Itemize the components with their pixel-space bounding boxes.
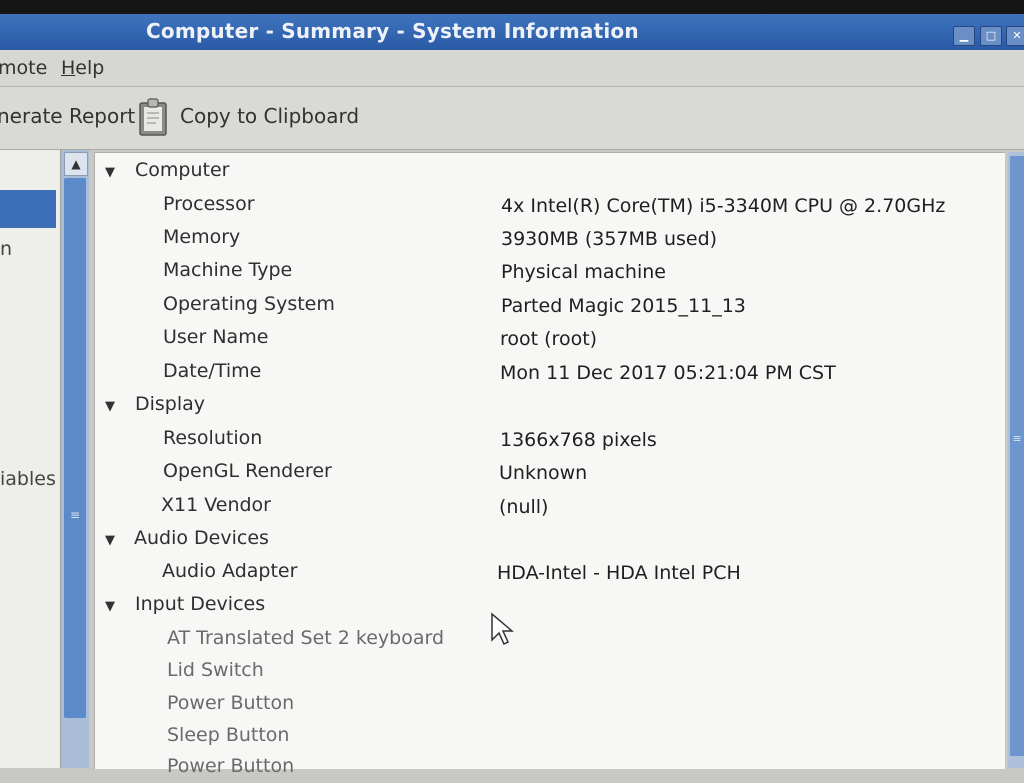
row-label: Lid Switch	[167, 659, 264, 681]
summary-row[interactable]: Processor 4x Intel(R) Core(TM) i5-3340M …	[95, 189, 1005, 221]
minimize-icon[interactable]: ▁	[953, 26, 975, 46]
row-label: Sleep Button	[167, 724, 290, 746]
row-label: Power Button	[167, 692, 295, 714]
summary-row[interactable]: Sleep Button	[95, 720, 1005, 752]
grip-icon: ≡	[1012, 432, 1022, 445]
screen-top-edge	[0, 0, 1024, 14]
menu-remote[interactable]: mote	[0, 57, 47, 79]
expander-icon[interactable]: ▼	[105, 599, 115, 614]
summary-row[interactable]: Operating System Parted Magic 2015_11_13	[95, 289, 1005, 321]
toolbar: nerate Report Copy to Clipboard	[0, 87, 1024, 150]
summary-row[interactable]: Date/Time Mon 11 Dec 2017 05:21:04 PM CS…	[95, 356, 1005, 388]
row-value: Parted Magic 2015_11_13	[501, 295, 746, 317]
row-label: Operating System	[163, 293, 335, 315]
section-title: Audio Devices	[134, 527, 269, 549]
expander-icon[interactable]: ▼	[105, 399, 115, 414]
sidebar-scrollbar[interactable]: ▲ ≡	[61, 150, 89, 768]
row-value: root (root)	[500, 328, 598, 350]
row-label: Resolution	[163, 427, 263, 449]
close-icon[interactable]: ✕	[1006, 26, 1024, 46]
row-label: Power Button	[167, 755, 295, 777]
summary-scrollbar-thumb[interactable]	[1010, 156, 1024, 756]
row-value: (null)	[499, 496, 549, 518]
row-label: User Name	[163, 326, 269, 348]
section-header-audio-devices[interactable]: ▼ Audio Devices	[95, 523, 1005, 555]
grip-icon: ≡	[69, 508, 81, 522]
sidebar-scrollbar-thumb[interactable]	[64, 178, 86, 718]
scroll-up-icon[interactable]: ▲	[64, 152, 88, 176]
row-value: 4x Intel(R) Core(TM) i5-3340M CPU @ 2.70…	[501, 195, 946, 217]
row-label: Memory	[163, 226, 241, 248]
mouse-pointer-icon	[491, 612, 514, 646]
summary-row[interactable]: Memory 3930MB (357MB used)	[95, 222, 1005, 254]
row-label: AT Translated Set 2 keyboard	[167, 627, 445, 649]
window-title: Computer - Summary - System Information	[146, 19, 639, 43]
section-header-display[interactable]: ▼ Display	[95, 389, 1005, 421]
row-label: Audio Adapter	[162, 560, 298, 582]
row-value: Mon 11 Dec 2017 05:21:04 PM CST	[500, 362, 836, 384]
row-label: X11 Vendor	[161, 494, 271, 516]
row-value: HDA-Intel - HDA Intel PCH	[497, 562, 741, 584]
summary-scrollbar[interactable]: ≡	[1008, 152, 1024, 768]
generate-report-button[interactable]: nerate Report	[0, 104, 135, 128]
sidebar-item-selected[interactable]	[0, 190, 56, 228]
row-label: Date/Time	[163, 360, 262, 382]
summary-row[interactable]: Audio Adapter HDA-Intel - HDA Intel PCH	[95, 556, 1005, 588]
maximize-icon[interactable]: □	[980, 26, 1002, 46]
row-value: Unknown	[499, 462, 588, 484]
section-header-computer[interactable]: ▼ Computer	[95, 155, 1005, 187]
summary-panel: ▼ Computer Processor 4x Intel(R) Core(TM…	[94, 152, 1005, 777]
row-value: 1366x768 pixels	[500, 429, 657, 451]
sidebar-item-fragment[interactable]: iables	[0, 468, 56, 490]
sidebar-item-fragment[interactable]: n	[0, 238, 12, 260]
summary-row[interactable]: OpenGL Renderer Unknown	[95, 456, 1005, 488]
summary-row[interactable]: Power Button	[95, 688, 1005, 720]
menu-help-rest: elp	[75, 57, 105, 79]
summary-row[interactable]: X11 Vendor (null)	[95, 490, 1005, 522]
summary-row[interactable]: Machine Type Physical machine	[95, 255, 1005, 287]
title-bar[interactable]: Computer - Summary - System Information …	[0, 14, 1024, 50]
row-value: Physical machine	[501, 261, 666, 283]
copy-to-clipboard-button[interactable]: Copy to Clipboard	[180, 104, 359, 128]
clipboard-icon[interactable]	[136, 97, 172, 137]
section-header-input-devices[interactable]: ▼ Input Devices	[95, 589, 1005, 621]
expander-icon[interactable]: ▼	[105, 533, 115, 548]
summary-row[interactable]: User Name root (root)	[95, 322, 1005, 354]
sidebar-tree[interactable]: n iables	[0, 150, 61, 768]
menu-help-mnemonic: H	[61, 57, 76, 79]
row-value: 3930MB (357MB used)	[501, 228, 718, 250]
summary-row[interactable]: Power Button	[95, 751, 1005, 783]
summary-row[interactable]: Lid Switch	[95, 655, 1005, 687]
row-label: Machine Type	[163, 259, 293, 281]
section-title: Computer	[135, 159, 230, 181]
row-label: Processor	[163, 193, 255, 215]
section-title: Display	[135, 393, 206, 415]
menu-bar: mote Help	[0, 50, 1024, 87]
menu-help[interactable]: Help	[61, 57, 104, 79]
section-title: Input Devices	[135, 593, 266, 615]
row-label: OpenGL Renderer	[163, 460, 332, 482]
summary-row[interactable]: Resolution 1366x768 pixels	[95, 423, 1005, 455]
expander-icon[interactable]: ▼	[105, 165, 115, 180]
summary-row[interactable]: AT Translated Set 2 keyboard	[95, 623, 1005, 655]
